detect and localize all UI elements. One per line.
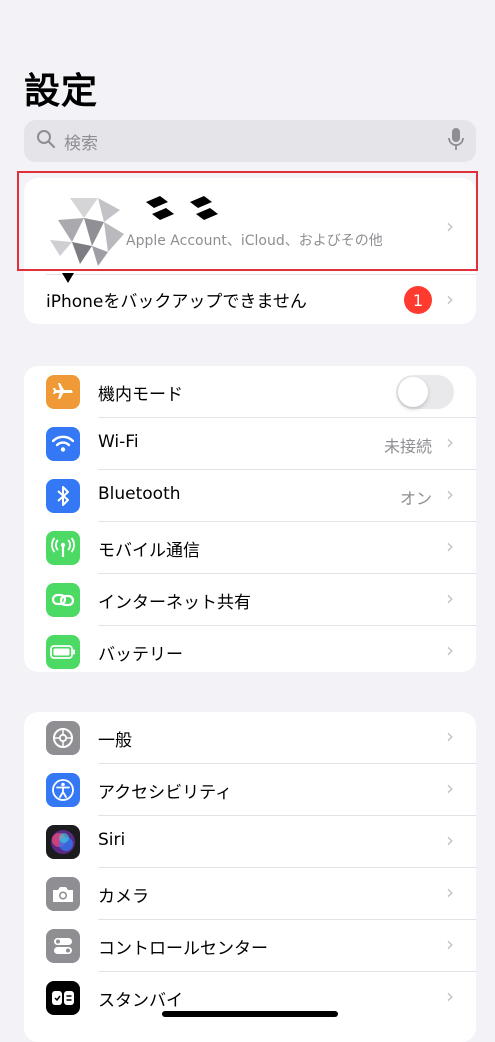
account-subtitle: Apple Account、iCloud、およびその他 (126, 233, 383, 249)
hotspot-row[interactable]: インターネット共有 › (24, 574, 476, 625)
home-indicator[interactable] (162, 1011, 338, 1017)
bluetooth-row[interactable]: Bluetooth オン › (24, 470, 476, 521)
row-label: インターネット共有 (98, 593, 251, 613)
backup-warning-label: iPhoneをバックアップできません (46, 292, 307, 312)
general-row[interactable]: 一般 › (24, 712, 476, 763)
gear-icon (46, 721, 80, 755)
row-label: バッテリー (98, 645, 183, 665)
row-label: アクセシビリティ (98, 783, 233, 803)
battery-icon (46, 635, 80, 669)
row-label: Bluetooth (98, 484, 181, 504)
apple-account-row[interactable]: Apple Account、iCloud、およびその他 › (24, 178, 476, 274)
microphone-icon[interactable] (448, 127, 464, 155)
battery-row[interactable]: バッテリー › (24, 626, 476, 672)
standby-icon (46, 981, 80, 1015)
chevron-right-icon: › (446, 287, 454, 311)
page-title: 設定 (24, 71, 99, 112)
chevron-right-icon: › (446, 430, 454, 454)
avatar (50, 190, 128, 268)
row-label: Wi-Fi (98, 432, 139, 452)
wifi-icon (46, 427, 80, 461)
chevron-right-icon: › (446, 724, 454, 748)
camera-row[interactable]: カメラ › (24, 868, 476, 919)
accessibility-icon (46, 773, 80, 807)
accessibility-row[interactable]: アクセシビリティ › (24, 764, 476, 815)
airplane-mode-toggle[interactable] (396, 375, 454, 409)
search-icon (36, 129, 56, 153)
bluetooth-status: オン (399, 489, 432, 508)
link-icon (46, 583, 80, 617)
chevron-right-icon: › (446, 828, 454, 852)
wifi-status: 未接続 (383, 437, 432, 456)
search-placeholder: 検索 (64, 133, 98, 154)
chevron-right-icon: › (446, 932, 454, 956)
toggle-knob (398, 377, 428, 407)
cellular-row[interactable]: モバイル通信 › (24, 522, 476, 573)
chevron-right-icon: › (446, 638, 454, 662)
general-group: 一般 › アクセシビリティ › Siri › カメラ › コントロールセンター … (24, 712, 476, 1042)
chevron-right-icon: › (446, 880, 454, 904)
row-label: モバイル通信 (98, 541, 200, 561)
row-label: カメラ (98, 887, 149, 907)
row-label: Siri (98, 830, 126, 850)
row-label: 一般 (98, 731, 132, 751)
account-card: Apple Account、iCloud、およびその他 › iPhoneをバック… (24, 178, 476, 324)
siri-icon (46, 825, 80, 859)
chevron-right-icon: › (446, 586, 454, 610)
siri-row[interactable]: Siri › (24, 816, 476, 867)
airplane-icon (46, 375, 80, 409)
account-name-redacted (144, 196, 224, 230)
control-center-row[interactable]: コントロールセンター › (24, 920, 476, 971)
row-label: コントロールセンター (98, 939, 268, 959)
chevron-right-icon: › (446, 984, 454, 1008)
notification-badge: 1 (404, 286, 432, 314)
antenna-icon (46, 531, 80, 565)
search-bar[interactable]: 検索 (24, 120, 476, 162)
camera-icon (46, 877, 80, 911)
backup-warning-row[interactable]: iPhoneをバックアップできません 1 › (24, 275, 476, 324)
chevron-right-icon: › (446, 482, 454, 506)
connectivity-group: 機内モード Wi-Fi 未接続 › Bluetooth オン › モバイル通信 … (24, 366, 476, 672)
chevron-right-icon: › (446, 214, 454, 238)
bluetooth-icon (46, 479, 80, 513)
chevron-right-icon: › (446, 776, 454, 800)
chevron-right-icon: › (446, 534, 454, 558)
row-label: 機内モード (98, 385, 183, 405)
pointer-triangle (62, 273, 74, 283)
row-label: スタンバイ (98, 991, 183, 1011)
switches-icon (46, 929, 80, 963)
wifi-row[interactable]: Wi-Fi 未接続 › (24, 418, 476, 469)
airplane-mode-row[interactable]: 機内モード (24, 366, 476, 417)
